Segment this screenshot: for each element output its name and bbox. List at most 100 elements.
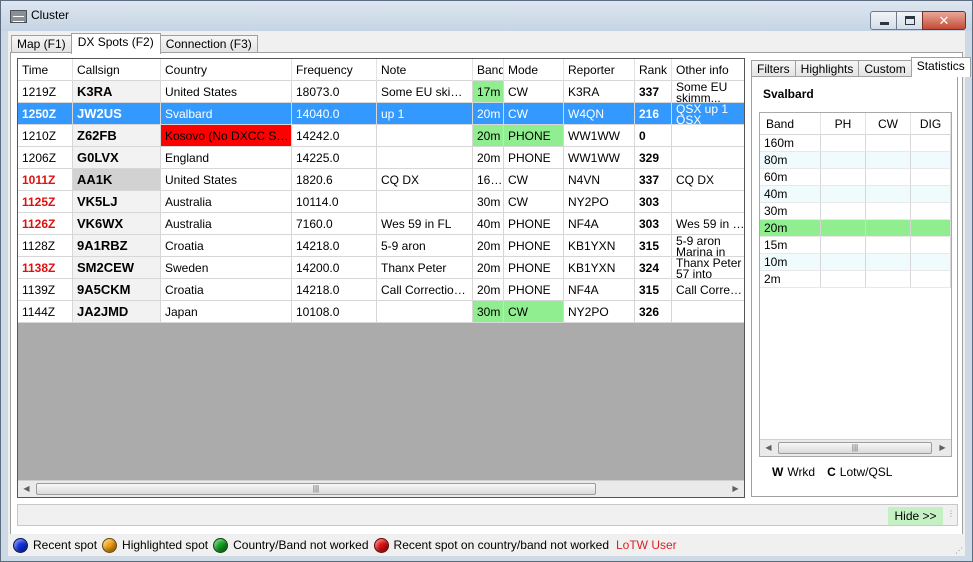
green-dot-icon xyxy=(213,537,229,553)
band-row[interactable]: 160m xyxy=(760,135,951,152)
scroll-left-icon[interactable]: ◀ xyxy=(760,440,777,456)
col-header-rank[interactable]: Rank xyxy=(635,59,672,81)
legend-label: Country/Band not worked xyxy=(233,538,369,552)
cell-country: Kosovo (No DXCC Status) xyxy=(161,125,292,147)
band-row[interactable]: 15m xyxy=(760,237,951,254)
band-row[interactable]: 80m xyxy=(760,152,951,169)
band-row[interactable]: 40m xyxy=(760,186,951,203)
cell-band: 20m xyxy=(473,257,504,279)
tab-filters[interactable]: Filters xyxy=(751,60,796,77)
col-header-reporter[interactable]: Reporter xyxy=(564,59,635,81)
cell-time: 1138Z xyxy=(18,257,73,279)
col-header-ph[interactable]: PH xyxy=(821,113,866,135)
cell-callsign: JW2US xyxy=(73,103,161,125)
scroll-right-icon[interactable]: ▶ xyxy=(934,440,951,456)
tab-statistics[interactable]: Statistics xyxy=(910,57,971,77)
hide-panel-button[interactable]: Hide >> xyxy=(888,507,943,525)
scroll-right-icon[interactable]: ▶ xyxy=(727,481,744,497)
band-grid-empty-area xyxy=(760,288,951,456)
cell-note: CQ DX xyxy=(377,169,473,191)
cell-callsign: VK6WX xyxy=(73,213,161,235)
close-button[interactable]: ✕ xyxy=(922,11,966,30)
cell-rank: 326 xyxy=(635,301,672,323)
spot-row[interactable]: 1144Z JA2JMD Japan 10108.0 30m CW NY2PO … xyxy=(18,301,744,323)
main-tabs: Map (F1) DX Spots (F2) Connection (F3) xyxy=(11,33,258,54)
spots-grid: Time Callsign Country Frequency Note Ban… xyxy=(17,58,745,498)
scroll-thumb[interactable]: ||| xyxy=(36,483,596,495)
tab-map[interactable]: Map (F1) xyxy=(11,35,72,53)
band-horizontal-scrollbar[interactable]: ◀ ||| ▶ xyxy=(760,439,951,456)
band-label: 30m xyxy=(760,203,821,220)
col-header-other-info[interactable]: Other info xyxy=(672,59,744,81)
col-header-dig[interactable]: DIG xyxy=(911,113,951,135)
spot-row[interactable]: 1125Z VK5LJ Australia 10114.0 30m CW NY2… xyxy=(18,191,744,213)
spot-row[interactable]: 1128Z 9A1RBZ Croatia 14218.0 5-9 aron 20… xyxy=(18,235,744,257)
cell-country: United States xyxy=(161,169,292,191)
cell-country: Croatia xyxy=(161,235,292,257)
cell-rank: 303 xyxy=(635,213,672,235)
col-header-frequency[interactable]: Frequency xyxy=(292,59,377,81)
col-header-mode[interactable]: Mode xyxy=(504,59,564,81)
cell-note xyxy=(377,191,473,213)
cw-cell xyxy=(866,152,911,169)
cell-band: 20m xyxy=(473,125,504,147)
confirmed-key: C xyxy=(827,465,836,479)
col-header-cw[interactable]: CW xyxy=(866,113,911,135)
tab-connection[interactable]: Connection (F3) xyxy=(159,35,258,53)
grid-horizontal-scrollbar[interactable]: ◀ ||| ▶ xyxy=(18,480,744,497)
spot-row[interactable]: 1011Z AA1K United States 1820.6 CQ DX 16… xyxy=(18,169,744,191)
legend-label: Recent spot xyxy=(33,538,98,552)
col-header-country[interactable]: Country xyxy=(161,59,292,81)
spot-row[interactable]: 1210Z Z62FB Kosovo (No DXCC Status) 1424… xyxy=(18,125,744,147)
spot-row[interactable]: 1139Z 9A5CKM Croatia 14218.0 Call Correc… xyxy=(18,279,744,301)
spot-row[interactable]: 1219Z K3RA United States 18073.0 Some EU… xyxy=(18,81,744,103)
spot-row[interactable]: 1206Z G0LVX England 14225.0 20m PHONE WW… xyxy=(18,147,744,169)
resize-grip-icon[interactable]: ⋰ xyxy=(955,547,963,555)
title-bar[interactable]: Cluster ✕ xyxy=(1,1,972,31)
spot-row[interactable]: 1138Z SM2CEW Sweden 14200.0 Thanx Peter … xyxy=(18,257,744,279)
legend-recent-spot: Recent spot xyxy=(10,537,98,553)
cell-country: Croatia xyxy=(161,279,292,301)
cell-time: 1144Z xyxy=(18,301,73,323)
dig-cell xyxy=(911,203,951,220)
scroll-left-icon[interactable]: ◀ xyxy=(18,481,35,497)
band-row[interactable]: 2m xyxy=(760,271,951,288)
cell-rank: 216 xyxy=(635,103,672,125)
ph-cell xyxy=(821,152,866,169)
band-label: 20m xyxy=(760,220,821,237)
ph-cell xyxy=(821,203,866,220)
band-row-highlighted[interactable]: 20m xyxy=(760,220,951,237)
minimize-button[interactable] xyxy=(870,11,897,30)
col-header-band[interactable]: Band xyxy=(760,113,821,135)
close-icon: ✕ xyxy=(938,13,950,28)
cell-other-info: CQ DX xyxy=(672,169,744,191)
col-header-note[interactable]: Note xyxy=(377,59,473,81)
cell-callsign: SM2CEW xyxy=(73,257,161,279)
spot-row[interactable]: 1126Z VK6WX Australia 7160.0 Wes 59 in F… xyxy=(18,213,744,235)
cell-frequency: 18073.0 xyxy=(292,81,377,103)
band-row[interactable]: 10m xyxy=(760,254,951,271)
band-row[interactable]: 60m xyxy=(760,169,951,186)
tab-dx-spots[interactable]: DX Spots (F2) xyxy=(70,33,161,54)
cw-cell xyxy=(866,271,911,288)
tab-custom[interactable]: Custom xyxy=(858,60,912,77)
band-row[interactable]: 30m xyxy=(760,203,951,220)
cell-other-info: 5-9 aron Marina in Zagreb xyxy=(672,235,744,257)
cell-reporter: K3RA xyxy=(564,81,635,103)
col-header-band[interactable]: Band xyxy=(473,59,504,81)
dig-cell xyxy=(911,220,951,237)
ph-cell xyxy=(821,271,866,288)
red-dot-icon xyxy=(373,537,389,553)
col-header-time[interactable]: Time xyxy=(18,59,73,81)
cell-country: Japan xyxy=(161,301,292,323)
scroll-thumb[interactable]: ||| xyxy=(778,442,932,454)
col-header-callsign[interactable]: Callsign xyxy=(73,59,161,81)
band-grid-header: Band PH CW DIG xyxy=(760,113,951,135)
tab-highlights[interactable]: Highlights xyxy=(794,60,860,77)
cell-reporter: WW1WW xyxy=(564,147,635,169)
band-stats-grid: Band PH CW DIG 160m 80m 60m 40m 30m 20m … xyxy=(759,112,952,457)
maximize-button[interactable] xyxy=(896,11,923,30)
cell-reporter: W4QN xyxy=(564,103,635,125)
spot-row-selected[interactable]: 1250Z JW2US Svalbard 14040.0 up 1 20m CW… xyxy=(18,103,744,125)
cell-band: 20m xyxy=(473,103,504,125)
